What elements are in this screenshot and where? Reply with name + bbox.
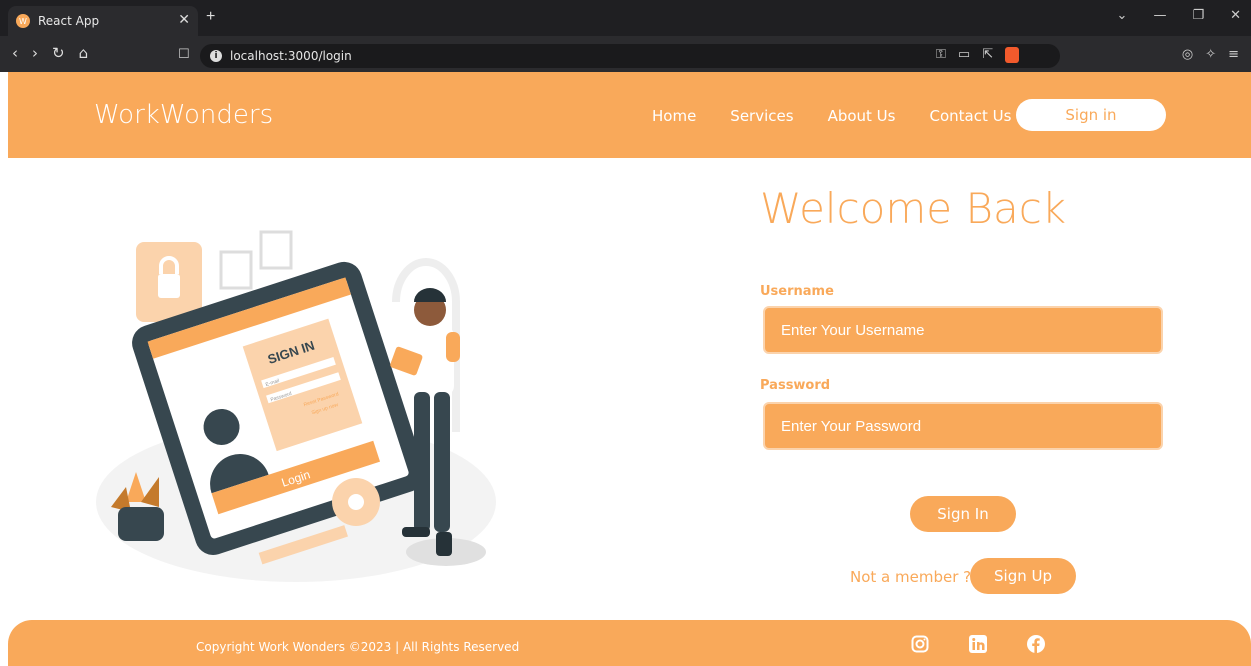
nav-home[interactable]: Home xyxy=(652,107,696,125)
window-controls: ⌄ — ❐ ✕ xyxy=(1117,8,1241,23)
site-header: WorkWonders Home Services About Us Conta… xyxy=(8,72,1251,158)
new-tab-icon[interactable]: + xyxy=(206,8,215,26)
facebook-icon[interactable] xyxy=(1026,634,1046,654)
bookmark-icon[interactable]: ☐ xyxy=(178,47,190,62)
extension-icon[interactable]: ◎ xyxy=(1182,47,1193,62)
address-bar-icons: ⚿ ▭ ⇱ xyxy=(936,47,1020,63)
forward-icon[interactable]: › xyxy=(32,44,38,62)
key-icon[interactable]: ⚿ xyxy=(936,47,946,63)
back-icon[interactable]: ‹ xyxy=(12,44,18,62)
signup-button[interactable]: Sign Up xyxy=(970,558,1076,594)
restore-icon[interactable]: ❐ xyxy=(1192,8,1204,23)
tab-search-icon[interactable]: ⌄ xyxy=(1117,8,1128,23)
not-member-text: Not a member ? xyxy=(850,568,972,586)
password-input[interactable]: Enter Your Password xyxy=(763,402,1163,450)
tab-bar: W React App ✕ + ⌄ — ❐ ✕ xyxy=(0,0,1251,36)
close-tab-icon[interactable]: ✕ xyxy=(178,12,190,28)
reload-icon[interactable]: ↻ xyxy=(52,44,65,62)
url-text: localhost:3000/login xyxy=(230,49,352,63)
browser-tab[interactable]: W React App ✕ xyxy=(8,6,198,36)
password-label: Password xyxy=(760,378,831,393)
instagram-icon[interactable] xyxy=(910,634,930,654)
tab-title: React App xyxy=(38,14,100,28)
linkedin-icon[interactable] xyxy=(968,634,988,654)
menu-icon[interactable]: ≡ xyxy=(1228,47,1239,62)
site-info-icon[interactable]: i xyxy=(210,50,222,62)
tab-favicon: W xyxy=(16,14,30,28)
nav-contact[interactable]: Contact Us xyxy=(929,107,1011,125)
main-nav: Home Services About Us Contact Us xyxy=(652,107,1011,125)
address-bar[interactable]: i localhost:3000/login xyxy=(200,44,1060,68)
brand-logo[interactable]: WorkWonders xyxy=(94,100,273,130)
share-icon[interactable]: ⇱ xyxy=(982,47,993,63)
username-input[interactable]: Enter Your Username xyxy=(763,306,1163,354)
login-illustration: SIGN IN E-mail Password Reset Password S… xyxy=(96,230,496,582)
nav-services[interactable]: Services xyxy=(730,107,793,125)
browser-chrome: W React App ✕ + ⌄ — ❐ ✕ ‹ › ↻ ⌂ ☐ i loca… xyxy=(0,0,1251,72)
home-icon[interactable]: ⌂ xyxy=(79,44,89,62)
header-signin-button[interactable]: Sign in xyxy=(1016,99,1166,131)
social-links xyxy=(910,634,1046,654)
signin-button[interactable]: Sign In xyxy=(910,496,1016,532)
copyright-text: Copyright Work Wonders ©2023 | All Right… xyxy=(196,640,520,654)
site-footer: Copyright Work Wonders ©2023 | All Right… xyxy=(8,620,1251,666)
close-window-icon[interactable]: ✕ xyxy=(1230,8,1241,23)
toolbar-icons: ◎ ✧ ≡ xyxy=(1182,47,1239,62)
minimize-icon[interactable]: — xyxy=(1153,8,1166,23)
cast-icon[interactable]: ▭ xyxy=(958,47,970,63)
welcome-title: Welcome Back xyxy=(760,184,1067,233)
page: WorkWonders Home Services About Us Conta… xyxy=(8,72,1251,666)
nav-about[interactable]: About Us xyxy=(828,107,896,125)
brave-shield-icon[interactable] xyxy=(1005,47,1020,63)
username-label: Username xyxy=(760,284,834,299)
rewards-icon[interactable]: ✧ xyxy=(1205,47,1216,62)
browser-nav: ‹ › ↻ ⌂ xyxy=(12,44,88,62)
